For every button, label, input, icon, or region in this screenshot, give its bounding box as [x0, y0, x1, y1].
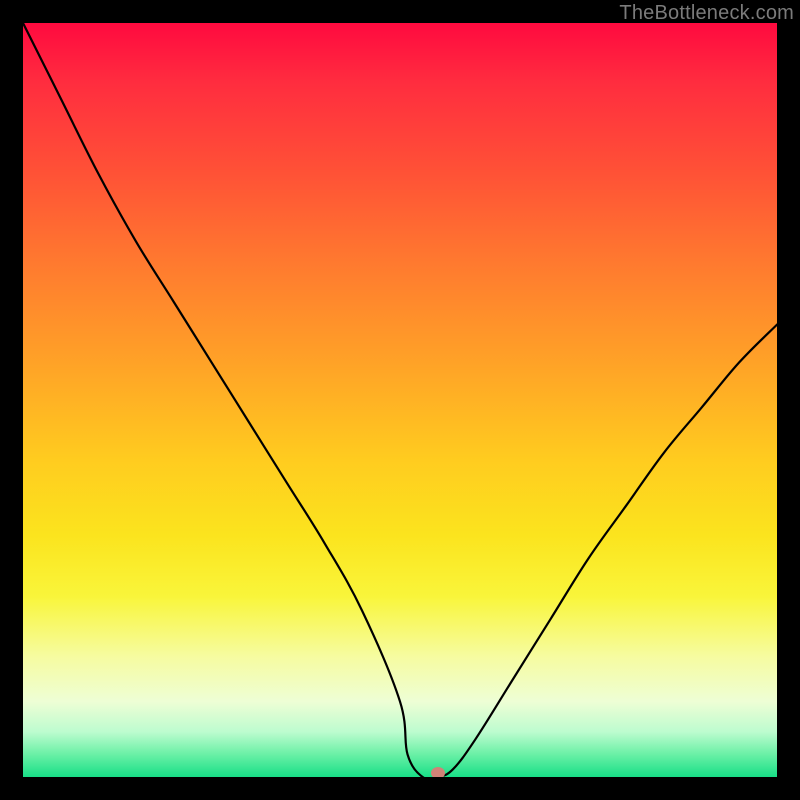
bottleneck-curve — [23, 23, 777, 777]
plot-area — [23, 23, 777, 777]
chart-frame: TheBottleneck.com — [0, 0, 800, 800]
optimal-point-marker — [431, 767, 445, 777]
attribution-text: TheBottleneck.com — [619, 2, 794, 25]
curve-layer — [23, 23, 777, 777]
